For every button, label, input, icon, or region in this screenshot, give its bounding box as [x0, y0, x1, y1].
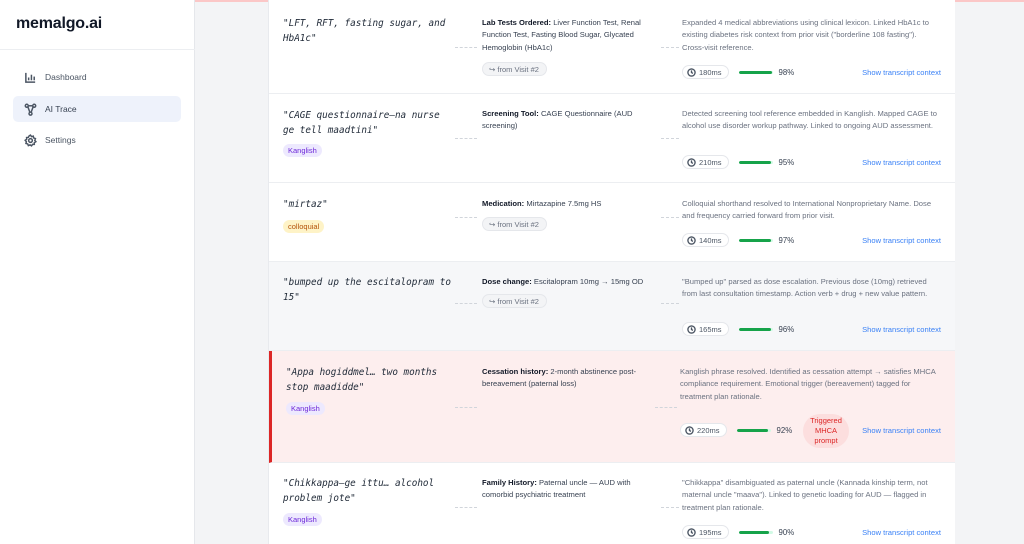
visit-reference-chip[interactable]: ↪ from Visit #2: [482, 217, 547, 231]
show-transcript-context-link[interactable]: Show transcript context: [862, 158, 941, 167]
connector-line: [661, 217, 679, 218]
clock-icon: [687, 235, 696, 245]
structured-output: Family History: Paternal uncle — AUD wit…: [482, 478, 631, 500]
metrics: 220ms 92%: [680, 423, 792, 437]
reasoning-text: Detected screening tool reference embedd…: [682, 109, 937, 131]
language-tag: Kanglish: [286, 402, 325, 415]
clock-icon: [687, 157, 696, 167]
sidebar-item-label: AI Trace: [45, 104, 77, 114]
confidence-bar: [738, 160, 773, 164]
show-transcript-context-link[interactable]: Show transcript context: [862, 325, 941, 334]
latency-badge: 195ms: [682, 525, 729, 539]
connector-line: [661, 47, 679, 48]
clock-icon: [687, 67, 696, 77]
transcript-quote: "bumped up the escitalopram to 15": [283, 277, 451, 303]
confidence-value: 95%: [778, 157, 795, 167]
latency-badge: 165ms: [682, 322, 729, 336]
metrics: 210ms 95%: [682, 155, 794, 169]
structured-output: Dose change: Escitalopram 10mg → 15mg OD: [482, 277, 644, 286]
reasoning-text: Kanglish phrase resolved. Identified as …: [680, 367, 936, 401]
clock-icon: [687, 324, 696, 334]
latency-badge: 180ms: [682, 65, 729, 79]
sidebar-item-ai-trace[interactable]: AI Trace: [13, 96, 181, 122]
visit-reference-chip[interactable]: ↪ from Visit #2: [482, 294, 547, 308]
confidence-value: 96%: [778, 324, 795, 334]
show-transcript-context-link[interactable]: Show transcript context: [862, 528, 941, 537]
connector-line: [661, 507, 679, 508]
app-logo: memalgo.ai: [16, 15, 103, 32]
sidebar: memalgo.ai Dashboard AI Trace Settings: [0, 0, 195, 544]
latency-badge: 210ms: [682, 155, 729, 169]
confidence-bar: [738, 70, 773, 74]
transcript-quote: "LFT, RFT, fasting sugar, and HbA1c": [283, 18, 446, 44]
sidebar-item-label: Settings: [45, 135, 76, 145]
main-content: "LFT, RFT, fasting sugar, and HbA1c" Lab…: [196, 0, 1024, 544]
metrics: 195ms 90%: [682, 525, 794, 539]
metrics: 165ms 96%: [682, 322, 794, 336]
confidence-value: 98%: [778, 67, 795, 77]
sidebar-item-dashboard[interactable]: Dashboard: [13, 64, 181, 90]
confidence-value: 92%: [776, 425, 793, 435]
transcript-quote: "mirtaz": [283, 199, 328, 210]
mhca-trigger-badge: Triggered MHCA prompt: [803, 414, 849, 448]
structured-output: Cessation history: 2-month abstinence po…: [482, 367, 637, 389]
network-icon: [23, 102, 37, 116]
gear-icon: [23, 133, 37, 147]
latency-badge: 140ms: [682, 233, 729, 247]
metrics: 180ms 98%: [682, 65, 794, 79]
connector-line: [661, 138, 679, 139]
bar-chart-icon: [23, 70, 37, 84]
confidence-value: 90%: [778, 527, 795, 537]
transcript-quote: "CAGE questionnaire—na nurse ge tell maa…: [283, 110, 440, 136]
structured-output: Lab Tests Ordered: Liver Function Test, …: [482, 18, 641, 52]
trace-row: "mirtaz" colloquial Medication: Mirtazap…: [269, 183, 955, 262]
ai-trace-panel: "LFT, RFT, fasting sugar, and HbA1c" Lab…: [268, 0, 955, 544]
show-transcript-context-link[interactable]: Show transcript context: [862, 68, 941, 77]
connector-line: [655, 407, 677, 408]
show-transcript-context-link[interactable]: Show transcript context: [862, 236, 941, 245]
clock-icon: [687, 527, 696, 537]
structured-output: Screening Tool: CAGE Questionnaire (AUD …: [482, 109, 633, 131]
transcript-quote: "Chikkappa—ge ittu… alcohol problem jote…: [283, 478, 435, 504]
trace-row: "CAGE questionnaire—na nurse ge tell maa…: [269, 94, 955, 183]
sidebar-item-label: Dashboard: [45, 72, 87, 82]
connector-line: [455, 303, 477, 304]
reasoning-text: "Chikkappa" disambiguated as paternal un…: [682, 478, 928, 512]
trace-row: "Chikkappa—ge ittu… alcohol problem jote…: [269, 463, 955, 544]
reasoning-text: "Bumped up" parsed as dose escalation. P…: [682, 277, 928, 299]
clock-icon: [685, 425, 694, 435]
connector-line: [661, 303, 679, 304]
sidebar-divider: [0, 49, 195, 50]
connector-line: [455, 507, 477, 508]
trace-row: "LFT, RFT, fasting sugar, and HbA1c" Lab…: [269, 0, 955, 94]
confidence-bar: [738, 238, 773, 242]
structured-output: Medication: Mirtazapine 7.5mg HS: [482, 199, 602, 208]
connector-line: [455, 47, 477, 48]
trace-row-flagged: "Appa hogiddmel… two months stop maadidd…: [269, 351, 955, 463]
confidence-bar: [736, 428, 771, 432]
visit-reference-chip[interactable]: ↪ from Visit #2: [482, 62, 547, 76]
show-transcript-context-link[interactable]: Show transcript context: [862, 426, 941, 435]
connector-line: [455, 217, 477, 218]
sidebar-item-settings[interactable]: Settings: [13, 127, 181, 153]
reasoning-text: Colloquial shorthand resolved to Interna…: [682, 199, 932, 221]
confidence-value: 97%: [778, 235, 795, 245]
language-tag: colloquial: [283, 220, 325, 233]
trace-row: "bumped up the escitalopram to 15" Dose …: [269, 262, 955, 351]
connector-line: [455, 138, 477, 139]
metrics: 140ms 97%: [682, 233, 794, 247]
latency-badge: 220ms: [680, 423, 727, 437]
reasoning-text: Expanded 4 medical abbreviations using c…: [682, 18, 929, 52]
confidence-bar: [738, 530, 773, 534]
language-tag: Kanglish: [283, 513, 322, 526]
language-tag: Kanglish: [283, 144, 322, 157]
confidence-bar: [738, 327, 773, 331]
connector-line: [455, 407, 477, 408]
transcript-quote: "Appa hogiddmel… two months stop maadidd…: [286, 367, 438, 393]
